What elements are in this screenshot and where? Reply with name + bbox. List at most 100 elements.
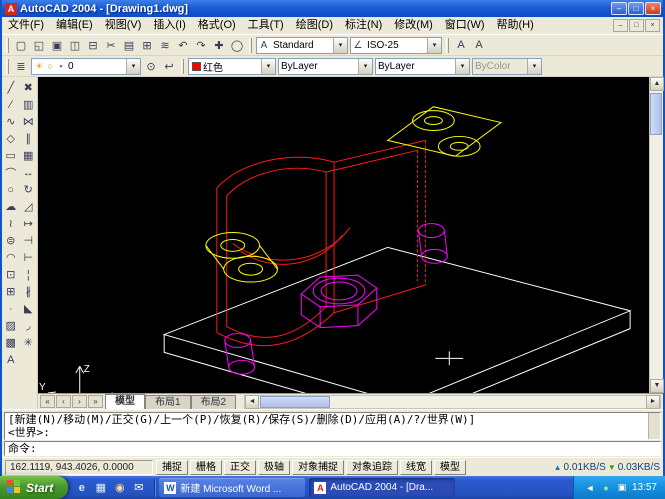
line-icon[interactable]: ╱ (2, 79, 19, 96)
tab-model[interactable]: 模型 (105, 394, 145, 409)
stretch-icon[interactable]: ↦ (20, 215, 37, 232)
doc-restore-button[interactable]: □ (629, 19, 644, 32)
app-icon[interactable]: A (5, 3, 17, 15)
tab-nav-button[interactable]: » (88, 395, 103, 408)
horizontal-scroll-track[interactable] (259, 396, 646, 408)
maximize-button[interactable]: □ (628, 2, 644, 15)
scroll-left-icon[interactable]: ◄ (245, 395, 259, 409)
doc-minimize-button[interactable]: – (613, 19, 628, 32)
revision-cloud-icon[interactable]: ☁ (2, 198, 19, 215)
doc-close-button[interactable]: × (645, 19, 660, 32)
menu-item[interactable]: 修改(M) (388, 17, 439, 34)
status-toggle-button[interactable]: 对象捕捉 (292, 460, 344, 475)
scale-icon[interactable]: ◿ (20, 198, 37, 215)
menu-item[interactable]: 格式(O) (192, 17, 242, 34)
region-icon[interactable]: ▩ (2, 334, 19, 351)
taskbar-clock[interactable]: 13:57 (632, 482, 657, 493)
pan-realtime-icon[interactable]: ✚ (210, 36, 228, 54)
command-history[interactable]: [新建(N)/移动(M)/正交(G)/上一个(P)/恢复(R)/保存(S)/删除… (4, 412, 661, 440)
rotate-icon[interactable]: ↻ (20, 181, 37, 198)
dim-style-manager-icon[interactable]: A (470, 36, 488, 54)
menu-item[interactable]: 工具(T) (242, 17, 290, 34)
volume-icon[interactable]: ◄ (584, 482, 596, 494)
redo-icon[interactable]: ↷ (192, 36, 210, 54)
chevron-down-icon[interactable]: ▾ (261, 59, 275, 74)
spline-icon[interactable]: ≀ (2, 215, 19, 232)
minimize-button[interactable]: – (611, 2, 627, 15)
point-icon[interactable]: · (2, 300, 19, 317)
open-icon[interactable]: ◱ (30, 36, 48, 54)
mail-icon[interactable]: ✉ (131, 480, 146, 495)
move-icon[interactable]: ↔ (20, 164, 37, 181)
layer-on-icon[interactable]: ☀ (34, 61, 44, 72)
vertical-scrollbar[interactable]: ▲ ▼ (649, 77, 663, 393)
scroll-down-icon[interactable]: ▼ (650, 379, 664, 393)
fillet-icon[interactable]: ◞ (20, 317, 37, 334)
insert-block-icon[interactable]: ⊡ (2, 266, 19, 283)
tab-nav-button[interactable]: ‹ (56, 395, 71, 408)
toolbar-grip[interactable] (446, 38, 449, 53)
ie-icon[interactable]: e (74, 480, 89, 495)
text-style-combo[interactable]: A Standard ▾ (256, 37, 348, 54)
toolbar-grip[interactable] (6, 59, 9, 74)
break-at-point-icon[interactable]: ¦ (20, 266, 37, 283)
erase-icon[interactable]: ✖ (20, 79, 37, 96)
chevron-down-icon[interactable]: ▾ (358, 59, 372, 74)
vertical-scroll-track[interactable] (650, 91, 663, 379)
make-block-icon[interactable]: ⊞ (2, 283, 19, 300)
trim-icon[interactable]: ⊣ (20, 232, 37, 249)
lineweight-combo[interactable]: ByLayer ▾ (375, 58, 470, 75)
menu-item[interactable]: 帮助(H) (491, 17, 540, 34)
linetype-combo[interactable]: ByLayer ▾ (278, 58, 373, 75)
offset-icon[interactable]: ∥ (20, 130, 37, 147)
break-icon[interactable]: ∦ (20, 283, 37, 300)
horizontal-scrollbar[interactable]: ◄ ► (244, 395, 661, 409)
explode-icon[interactable]: ✳ (20, 334, 37, 351)
array-icon[interactable]: ▦ (20, 147, 37, 164)
layer-unlock-icon[interactable]: ▪ (56, 61, 66, 71)
menu-item[interactable]: 窗口(W) (439, 17, 491, 34)
copy-icon[interactable]: ▤ (120, 36, 138, 54)
drawing-viewport[interactable]: Z X Y (38, 77, 649, 393)
status-toggle-button[interactable]: 对象追踪 (346, 460, 398, 475)
tab-layout2[interactable]: 布局2 (191, 395, 237, 409)
extend-icon[interactable]: ⊢ (20, 249, 37, 266)
new-icon[interactable]: ▢ (12, 36, 30, 54)
vertical-scroll-thumb[interactable] (650, 93, 662, 135)
chevron-down-icon[interactable]: ▾ (126, 59, 140, 74)
arc-icon[interactable]: ⌒ (2, 164, 19, 181)
zoom-realtime-icon[interactable]: ◯ (228, 36, 246, 54)
status-toggle-button[interactable]: 正交 (224, 460, 256, 475)
horizontal-scroll-thumb[interactable] (260, 396, 330, 408)
tab-nav-button[interactable]: › (72, 395, 87, 408)
ellipse-icon[interactable]: ⊜ (2, 232, 19, 249)
rectangle-icon[interactable]: ▭ (2, 147, 19, 164)
command-scrollbar[interactable] (648, 413, 660, 439)
mirror-icon[interactable]: ⋈ (20, 113, 37, 130)
scroll-right-icon[interactable]: ► (646, 395, 660, 409)
layer-combo[interactable]: ☀○▪ 0 ▾ (31, 58, 141, 75)
chevron-down-icon[interactable]: ▾ (427, 38, 441, 53)
menu-item[interactable]: 标注(N) (339, 17, 388, 34)
layer-previous-icon[interactable]: ↩ (160, 57, 178, 75)
taskbar-task-autocad[interactable]: A AutoCAD 2004 - [Dra... (309, 478, 455, 497)
tab-nav-button[interactable]: « (40, 395, 55, 408)
toolbar-grip[interactable] (6, 38, 9, 53)
copy-object-icon[interactable]: ▥ (20, 96, 37, 113)
status-toggle-button[interactable]: 栅格 (190, 460, 222, 475)
media-player-icon[interactable]: ◉ (112, 480, 127, 495)
toolbar-grip[interactable] (181, 59, 184, 74)
ellipse-arc-icon[interactable]: ◠ (2, 249, 19, 266)
menu-item[interactable]: 绘图(D) (290, 17, 339, 34)
antivirus-icon[interactable]: ● (600, 482, 612, 494)
circle-icon[interactable]: ○ (2, 181, 19, 198)
tab-layout1[interactable]: 布局1 (145, 395, 191, 409)
plot-icon[interactable]: ◫ (66, 36, 84, 54)
menu-item[interactable]: 视图(V) (99, 17, 148, 34)
start-button[interactable]: Start (0, 476, 68, 499)
command-input[interactable]: 命令: (4, 441, 661, 456)
chevron-down-icon[interactable]: ▾ (333, 38, 347, 53)
toolbar-grip[interactable] (249, 38, 252, 53)
status-toggle-button[interactable]: 捕捉 (156, 460, 188, 475)
hatch-icon[interactable]: ▨ (2, 317, 19, 334)
